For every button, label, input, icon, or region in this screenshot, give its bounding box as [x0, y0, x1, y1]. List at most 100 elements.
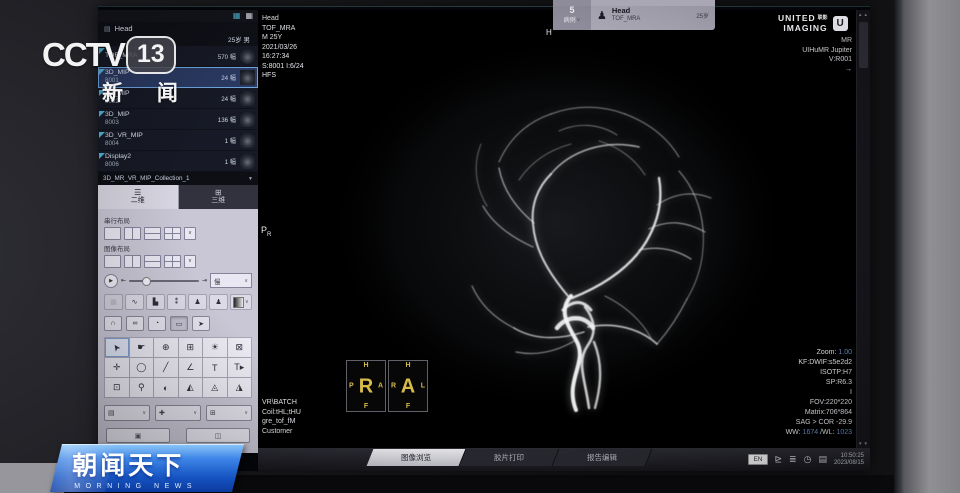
patient-header[interactable]: ▤ Head — [98, 22, 258, 35]
curve-tool-button[interactable]: ∿ — [125, 294, 144, 310]
add-combo[interactable]: ✚ ∨ — [155, 405, 201, 421]
pan-tool-button[interactable]: ☛ — [130, 338, 154, 357]
skip-end-icon[interactable]: ⇥ — [202, 277, 207, 284]
ellipse-roi-button[interactable]: ◯ — [130, 358, 154, 377]
series-count: 570 幅 — [218, 52, 236, 61]
serial-layout-buttons: ∨ — [104, 227, 252, 240]
link-series-button[interactable]: ∞ — [126, 316, 144, 331]
save-combo[interactable]: ▤ ∨ — [104, 405, 150, 421]
cursor-mode-button[interactable]: ➤ — [192, 316, 210, 331]
invert-contrast-button[interactable]: ◐ — [154, 378, 178, 397]
series-item[interactable]: 3D_MIP8003 136 幅 — [98, 109, 258, 130]
rotate-left-button[interactable]: ◬ — [203, 378, 227, 397]
param-line: SP:R6.3 — [786, 378, 852, 388]
collection-bar[interactable]: 3D_MR_VR_MIP_Collection_1 ▼ — [98, 172, 258, 185]
flip-horizontal-button[interactable]: ◭ — [179, 378, 203, 397]
series-count: 1 幅 — [225, 157, 236, 166]
tab-3d[interactable]: ⊞ 三维 — [179, 185, 259, 209]
histogram-button[interactable]: ▙ — [146, 294, 165, 310]
speed-select[interactable]: 慢 ∨ — [210, 273, 252, 288]
param-line: Matrix:706*864 — [786, 408, 852, 418]
crosshair-tool-button[interactable]: ✛ — [105, 358, 129, 377]
layout-1x1-button[interactable] — [104, 255, 121, 268]
series-thumbnail — [240, 49, 255, 64]
arrow-text-button[interactable]: T▸ — [228, 358, 252, 377]
slider-thumb[interactable] — [142, 277, 151, 286]
layout-2row-button[interactable] — [144, 255, 161, 268]
program-title: 朝闻天下 — [72, 446, 238, 482]
box-zoom-tool-button[interactable]: ⊞ — [179, 338, 203, 357]
delete-roi-button[interactable]: ⊠ — [228, 338, 252, 357]
layout-2x2-button[interactable] — [164, 227, 181, 240]
gradient-lut-combo[interactable]: ∨ — [230, 294, 252, 310]
queue-count: 5 — [569, 6, 574, 15]
task-queue-icon[interactable]: ⊵ — [775, 454, 783, 465]
frame-slider[interactable] — [129, 280, 199, 282]
tab-patient-name: Head — [612, 6, 641, 15]
queue-count-dropdown[interactable]: 5 病例 ∨ — [553, 0, 591, 30]
active-patient-tab[interactable]: ♟ Head TOF_MRA 25岁 — [591, 0, 715, 30]
play-button[interactable]: ▶ — [104, 274, 118, 288]
menu-icon[interactable]: ≣ — [789, 454, 797, 465]
scroll-down-icon[interactable]: ▼▼ — [857, 441, 870, 446]
tab-report-edit[interactable]: 报告编辑 — [553, 449, 653, 466]
body-marker-button[interactable]: ♟ — [188, 294, 207, 310]
headset-button[interactable]: ∩ — [104, 316, 122, 331]
annotation-button[interactable]: ⁑ — [167, 294, 186, 310]
line-measure-button[interactable]: ╱ — [154, 358, 178, 377]
rotate-right-button[interactable]: ◮ — [228, 378, 252, 397]
protocol-line: Coil:tHL;tHU — [262, 408, 301, 418]
chevron-down-icon: ∨ — [245, 299, 249, 305]
export-combo[interactable]: ⊞ ∨ — [206, 405, 252, 421]
chevron-down-icon[interactable]: ∨ — [184, 255, 196, 268]
tab-2d[interactable]: ☰ 二维 — [98, 185, 179, 209]
layout-1x1-button[interactable] — [104, 227, 121, 240]
dimension-tabs: ☰ 二维 ⊞ 三维 — [98, 185, 258, 209]
folder-icon: ▤ — [104, 25, 111, 33]
text-annotation-button[interactable]: T — [203, 358, 227, 377]
clock-date: 2023/08/15 — [834, 460, 864, 467]
scroll-down-icon[interactable]: ▼ — [248, 176, 253, 182]
clock-icon[interactable]: ◷ — [804, 454, 812, 465]
zoom-tool-button[interactable]: ⊕ — [154, 338, 178, 357]
series-count: 136 幅 — [218, 115, 236, 124]
grid-view-icon[interactable]: ▦ — [233, 12, 241, 20]
tab-image-browse[interactable]: 图像浏览 — [367, 449, 467, 466]
series-thumbnail — [240, 133, 255, 148]
window-preset-button[interactable]: ▦ — [104, 294, 123, 310]
layout-2x2-button[interactable] — [164, 255, 181, 268]
series-thumbnail — [240, 112, 255, 127]
image-info-topleft: Head TOF_MRA M 25Y 2021/03/26 16:27:34 S… — [262, 14, 304, 81]
series-item[interactable]: Display28006 1 幅 — [98, 151, 258, 172]
skip-start-icon[interactable]: ⇤ — [121, 277, 126, 284]
layout-2row-button[interactable] — [144, 227, 161, 240]
tab-film-print[interactable]: 胶片打印 — [460, 449, 560, 466]
add-icon: ✚ — [159, 409, 165, 417]
history-button[interactable]: ◔ — [148, 316, 166, 331]
roi-magnify-button[interactable]: ⊡ — [105, 378, 129, 397]
angle-measure-button[interactable]: ∠ — [179, 358, 203, 377]
magnifier-button[interactable]: ⚲ — [130, 378, 154, 397]
chevron-down-icon[interactable]: ∨ — [184, 227, 196, 240]
bottom-bar: 图像浏览 胶片打印 报告编辑 EN ⊵ ≣ ◷ ▤ 10:50:25 2023/… — [258, 448, 870, 471]
scrollbar-thumb[interactable] — [859, 22, 868, 68]
series-item[interactable]: 3D_VR_MIP8004 1 幅 — [98, 130, 258, 151]
toolbox-icon[interactable]: ▤ — [818, 454, 827, 465]
clock-time: 10:50:25 — [834, 453, 864, 460]
layout-2col-button[interactable] — [124, 227, 141, 240]
apply-button[interactable]: ▣ — [106, 428, 170, 443]
system-line: V:R001 — [802, 55, 852, 65]
input-language-indicator[interactable]: EN — [748, 454, 767, 465]
link-button[interactable]: ◫ — [186, 428, 250, 443]
image-viewport[interactable]: Head TOF_MRA M 25Y 2021/03/26 16:27:34 S… — [258, 10, 870, 448]
badge-button[interactable]: ▭ — [170, 316, 188, 331]
patient-queue-tab: 5 病例 ∨ ♟ Head TOF_MRA 25岁 — [553, 0, 715, 30]
layout-2col-button[interactable] — [124, 255, 141, 268]
viewport-scrollbar[interactable]: ▲▲ ▼▼ — [856, 10, 870, 448]
brightness-tool-button[interactable]: ☀ — [203, 338, 227, 357]
scroll-up-icon[interactable]: ▲▲ — [857, 12, 870, 17]
list-view-icon[interactable]: ▦ — [245, 12, 253, 20]
body-marker-flip-button[interactable]: ♟ — [209, 294, 228, 310]
pointer-tool-button[interactable]: ➤ — [105, 338, 129, 357]
patient-name: Head — [115, 24, 133, 33]
